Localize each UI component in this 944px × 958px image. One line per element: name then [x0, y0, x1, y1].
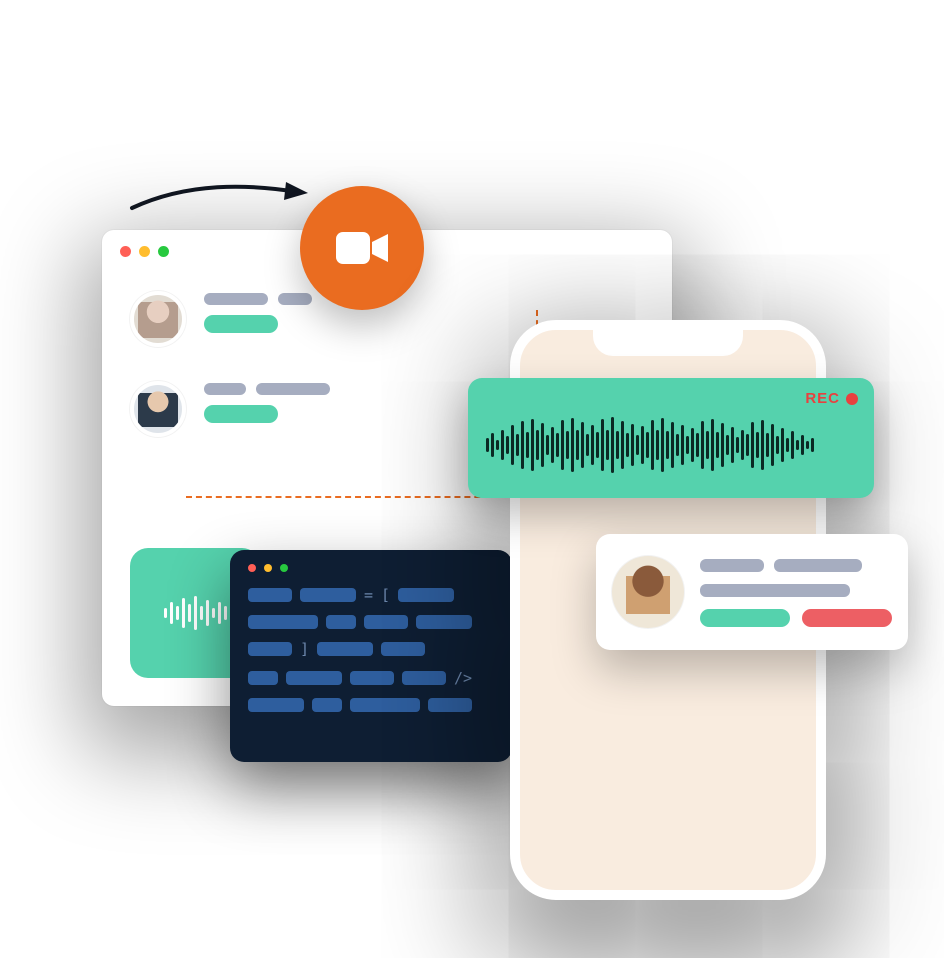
accept-button[interactable]: [700, 609, 790, 627]
minimize-icon[interactable]: [264, 564, 272, 572]
contact-meta: [204, 291, 312, 333]
placeholder-bar: [204, 293, 268, 305]
waveform-icon: [484, 411, 858, 479]
avatar: [612, 556, 684, 628]
decline-button[interactable]: [802, 609, 892, 627]
video-camera-icon: [332, 226, 392, 270]
recording-card[interactable]: REC: [468, 378, 874, 498]
placeholder-bar: [204, 383, 246, 395]
window-traffic-lights: [248, 564, 494, 572]
code-line: [248, 698, 494, 712]
waveform-icon: [160, 590, 230, 636]
video-button[interactable]: [300, 186, 424, 310]
code-line: =[: [248, 586, 494, 604]
contact-meta: [204, 381, 330, 423]
maximize-icon[interactable]: [280, 564, 288, 572]
minimize-icon[interactable]: [139, 246, 150, 257]
placeholder-bar: [278, 293, 312, 305]
avatar: [130, 381, 186, 437]
arrow-right-icon: [128, 178, 314, 218]
close-icon[interactable]: [248, 564, 256, 572]
placeholder-bar: [774, 559, 862, 572]
phone-notch: [593, 328, 743, 356]
contact-meta: [700, 557, 892, 627]
code-line: [248, 615, 494, 629]
record-icon: [846, 393, 858, 405]
placeholder-bar: [700, 584, 850, 597]
avatar: [130, 291, 186, 347]
recording-label: REC: [805, 390, 840, 407]
maximize-icon[interactable]: [158, 246, 169, 257]
code-line: />: [248, 669, 494, 687]
placeholder-bar: [700, 559, 764, 572]
status-badge: [204, 315, 278, 333]
status-badge: [204, 405, 278, 423]
code-line: ]: [248, 640, 494, 658]
placeholder-bar: [256, 383, 330, 395]
contact-card[interactable]: [596, 534, 908, 650]
code-window: =[ ] />: [230, 550, 512, 762]
close-icon[interactable]: [120, 246, 131, 257]
recording-indicator: REC: [484, 390, 858, 407]
